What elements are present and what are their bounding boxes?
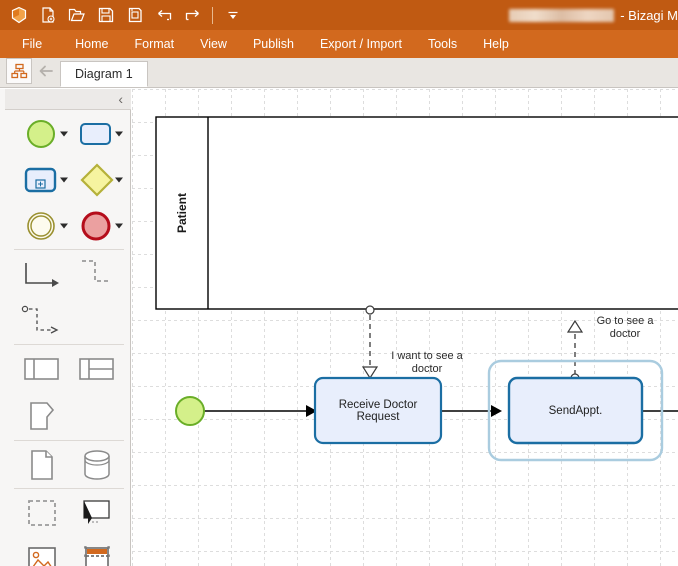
menu-item-file[interactable]: File	[0, 30, 62, 58]
diagram-canvas[interactable]: Patient Receive Doctor Request SendAppt.…	[132, 89, 678, 566]
flow-label-line-2: doctor	[411, 363, 443, 375]
task-receive-doctor-request[interactable]	[313, 376, 443, 445]
palette-empty-cell	[69, 393, 124, 439]
gateway-shape[interactable]	[69, 157, 124, 203]
palette-row	[14, 441, 124, 489]
menu-item-tools[interactable]: Tools	[415, 30, 470, 58]
new-document-icon[interactable]	[33, 2, 62, 28]
save-icon[interactable]	[91, 2, 120, 28]
palette-row	[14, 250, 124, 298]
annotation-shape[interactable]	[69, 490, 124, 536]
pool-label-patient: Patient	[175, 193, 189, 234]
task-shape[interactable]	[69, 111, 124, 157]
palette-empty-cell	[69, 298, 124, 344]
intermediate-event-dropdown-icon[interactable]	[60, 223, 68, 229]
palette-row	[14, 393, 124, 439]
bizagi-modeler-window: - Bizagi M File Home Format View Publish…	[0, 0, 678, 566]
customize-dropdown-icon[interactable]	[218, 2, 247, 28]
palette-row	[14, 157, 124, 203]
palette-group-containers	[14, 345, 124, 441]
menu-item-format[interactable]: Format	[122, 30, 188, 58]
pool-shape[interactable]	[14, 346, 69, 392]
redacted-filename	[509, 8, 615, 22]
menu-item-publish[interactable]: Publish	[240, 30, 307, 58]
start-event-shape[interactable]	[14, 111, 69, 157]
task-dropdown-icon[interactable]	[115, 131, 123, 137]
menu-item-home[interactable]: Home	[62, 30, 121, 58]
start-event-dropdown-icon[interactable]	[60, 131, 68, 137]
palette-row	[14, 489, 124, 537]
toolbar-divider	[212, 6, 213, 24]
data-object-shape[interactable]	[14, 442, 69, 488]
image-shape[interactable]	[14, 537, 69, 566]
menu-bar: File Home Format View Publish Export / I…	[0, 30, 678, 58]
end-event-shape[interactable]	[69, 203, 124, 249]
menu-item-export-import[interactable]: Export / Import	[307, 30, 415, 58]
title-bar: - Bizagi M	[0, 0, 678, 30]
bizagi-logo-icon[interactable]	[4, 2, 33, 28]
sub-process-shape[interactable]	[14, 157, 69, 203]
group-shape[interactable]	[14, 490, 69, 536]
intermediate-event-shape[interactable]	[14, 203, 69, 249]
message-flow-connector[interactable]	[69, 251, 124, 297]
menu-item-help[interactable]: Help	[470, 30, 522, 58]
palette-group-connectors	[14, 250, 124, 345]
window-title-text: - Bizagi M	[620, 7, 678, 23]
flow-label-line-1: I want to see a	[391, 350, 463, 362]
gateway-dropdown-icon[interactable]	[115, 177, 123, 183]
palette-row	[14, 203, 124, 249]
palette-group-extras	[14, 489, 124, 566]
pool-patient[interactable]	[155, 116, 678, 310]
flow-label-line-1: Go to see a	[596, 315, 654, 327]
palette-row	[14, 298, 124, 344]
redo-icon[interactable]	[178, 2, 207, 28]
message-flow-label-incoming: I want to see a doctor	[372, 350, 482, 376]
sequence-flow-start-to-receive[interactable]	[203, 405, 317, 417]
table-shape[interactable]	[69, 537, 124, 566]
collapse-panel-icon[interactable]: ‹	[118, 92, 123, 106]
menu-item-view[interactable]: View	[187, 30, 240, 58]
palette-row	[14, 537, 124, 566]
sub-process-dropdown-icon[interactable]	[60, 177, 68, 183]
data-store-shape[interactable]	[69, 442, 124, 488]
quick-access-toolbar	[0, 0, 247, 30]
flow-label-line-2: doctor	[609, 328, 641, 340]
tab-label: Diagram 1	[75, 67, 133, 81]
shape-palette: ‹	[0, 89, 131, 566]
hierarchy-icon[interactable]	[6, 58, 32, 84]
palette-row	[14, 111, 124, 157]
message-flow-label-outgoing: Go to see a doctor	[580, 315, 670, 341]
lane-shape[interactable]	[69, 346, 124, 392]
undo-icon[interactable]	[149, 2, 178, 28]
association-connector[interactable]	[14, 298, 69, 344]
palette-group-bpmn-shapes	[14, 111, 124, 250]
task-send-appt[interactable]	[507, 376, 644, 445]
start-event[interactable]	[175, 396, 205, 426]
open-folder-icon[interactable]	[62, 2, 91, 28]
back-arrow-icon[interactable]	[32, 58, 60, 84]
tab-strip-controls	[0, 57, 60, 87]
save-as-icon[interactable]	[120, 2, 149, 28]
sequence-flow-receive-to-sendappt[interactable]	[441, 405, 502, 417]
tab-strip: Diagram 1	[0, 58, 678, 88]
tab-strip-filler	[147, 61, 678, 87]
milestone-shape[interactable]	[14, 393, 69, 439]
end-event-dropdown-icon[interactable]	[115, 223, 123, 229]
window-title: - Bizagi M	[509, 0, 678, 30]
tab-diagram-1[interactable]: Diagram 1	[60, 61, 148, 87]
palette-header: ‹	[5, 89, 131, 110]
palette-group-artifacts	[14, 441, 124, 489]
palette-row	[14, 345, 124, 393]
sequence-flow-connector[interactable]	[14, 251, 69, 297]
